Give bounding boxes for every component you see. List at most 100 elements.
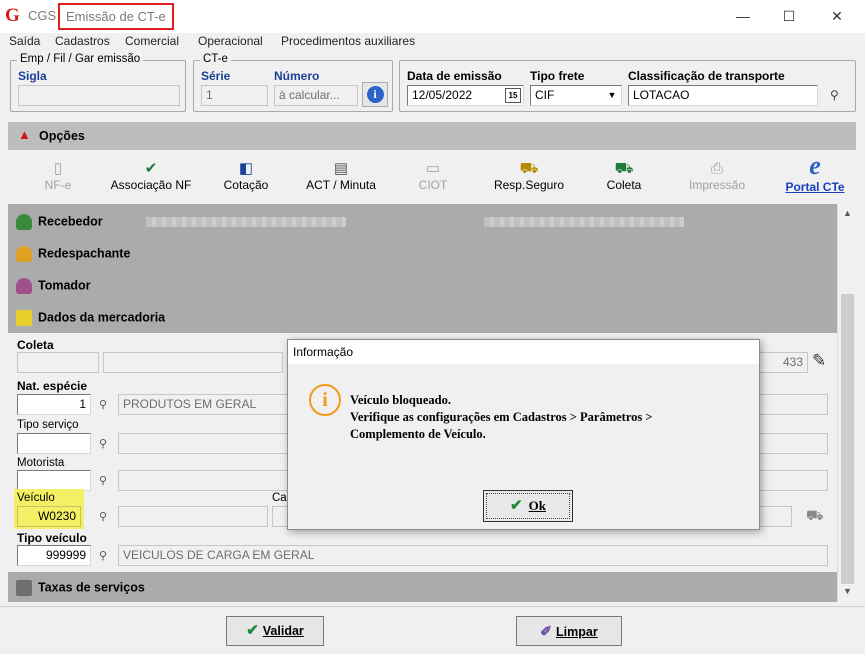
veiculo-label: Veículo — [17, 492, 55, 504]
tipo-veiculo-code[interactable]: 999999 — [17, 545, 91, 566]
impressao-label: Impressão — [688, 178, 746, 192]
scroll-up-icon[interactable]: ▲ — [843, 208, 852, 218]
checkmark-icon: ✔ — [510, 498, 523, 514]
vertical-scrollbar[interactable]: ▲ ▼ — [837, 204, 856, 602]
limpar-button[interactable]: ✐ Limpar — [516, 616, 622, 646]
coleta-button[interactable]: ⛟ Coleta — [598, 160, 650, 192]
dados-mercadoria-label: Dados da mercadoria — [38, 310, 166, 325]
section-taxas[interactable]: Taxas de serviços — [16, 580, 145, 596]
nfe-label: NF-e — [44, 178, 72, 192]
tipo-frete-label: Tipo frete — [530, 69, 585, 83]
binoculars-icon[interactable]: ⚲ — [830, 88, 839, 102]
section-redespachante[interactable]: Redespachante — [16, 246, 130, 262]
numero-field[interactable]: à calcular... — [274, 85, 358, 106]
tomador-label: Tomador — [38, 278, 91, 293]
person-icon — [16, 278, 32, 294]
cte-group: CT-e Série 1 Número à calcular... i — [193, 53, 393, 112]
binoculars-icon[interactable]: ⚲ — [99, 398, 107, 411]
classificacao-field[interactable]: LOTACAO — [628, 85, 818, 106]
ok-label: Ok — [528, 498, 546, 513]
ciot-label: CIOT — [418, 178, 448, 192]
edit-icon[interactable]: ✎ — [812, 351, 826, 371]
act-minuta-button[interactable]: ▤ ACT / Minuta — [298, 160, 384, 192]
nfe-icon: ▯ — [53, 160, 63, 177]
emp-group: Emp / Fil / Gar emissão Sigla — [10, 53, 186, 112]
dialog-message-line3: Complemento de Veículo. — [350, 427, 486, 441]
motorista-field[interactable] — [17, 470, 91, 491]
cargo-icon — [16, 310, 32, 326]
associacao-nf-button[interactable]: ✔ Associação NF — [106, 160, 196, 192]
numero-label: Número — [274, 69, 320, 83]
app-logo: G — [5, 5, 20, 26]
scroll-down-icon[interactable]: ▼ — [843, 586, 852, 596]
binoculars-icon[interactable]: ⚲ — [99, 510, 107, 523]
ciot-button[interactable]: ▭ CIOT — [410, 160, 456, 192]
serie-label: Série — [201, 69, 231, 83]
menu-comercial[interactable]: Comercial — [125, 34, 179, 48]
tipo-veiculo-desc: VEICULOS DE CARGA EM GERAL — [118, 545, 828, 566]
app-name: CGS — [28, 8, 57, 23]
recebedor-label: Recebedor — [38, 214, 103, 229]
emp-group-legend: Emp / Fil / Gar emissão — [17, 53, 144, 65]
dialog-title-bar: Informação — [288, 340, 759, 364]
data-emissao-label: Data de emissão — [407, 69, 502, 83]
person-icon — [16, 246, 32, 262]
portal-cte-link[interactable]: e Portal CTe — [780, 152, 850, 195]
info-button[interactable]: i — [362, 82, 388, 107]
truck-icon[interactable]: ⛟ — [806, 507, 824, 526]
binoculars-icon[interactable]: ⚲ — [99, 437, 107, 450]
cotacao-label: Cotação — [223, 178, 269, 192]
tipo-frete-select[interactable]: CIF ▼ — [530, 85, 622, 106]
menu-cadastros[interactable]: Cadastros — [55, 34, 110, 48]
coleta-field-2[interactable] — [103, 352, 283, 373]
calendar-icon[interactable]: 15 — [505, 88, 521, 103]
dialog-message: Veículo bloqueado. Verifique as configur… — [350, 392, 750, 443]
tipo-servico-field[interactable] — [17, 433, 91, 454]
veiculo-field[interactable]: W0230 — [17, 506, 81, 527]
menu-saida[interactable]: Saída — [9, 34, 40, 48]
menu-bar: Saída Cadastros Comercial Operacional Pr… — [0, 33, 865, 51]
person-icon — [16, 214, 32, 230]
coleta-field-1[interactable] — [17, 352, 99, 373]
maximize-button[interactable]: ☐ — [774, 4, 804, 28]
window-title: Emissão de CT-e — [58, 3, 174, 30]
title-bar: G CGS Emissão de CT-e — ☐ ✕ — [0, 0, 865, 33]
truck-icon: ⛟ — [519, 160, 539, 177]
nfe-button[interactable]: ▯ NF-e — [36, 160, 80, 192]
nat-especie-code[interactable]: 1 — [17, 394, 91, 415]
scroll-thumb[interactable] — [841, 294, 854, 584]
ok-button[interactable]: ✔ Ok — [483, 490, 573, 522]
section-tomador[interactable]: Tomador — [16, 278, 91, 294]
validar-button[interactable]: ✔ Validar — [226, 616, 324, 646]
coleta-trailing-field[interactable]: 433 — [756, 352, 808, 373]
data-emissao-field[interactable]: 12/05/2022 15 — [407, 85, 524, 106]
resp-seguro-button[interactable]: ⛟ Resp.Seguro — [488, 160, 570, 192]
binoculars-icon[interactable]: ⚲ — [99, 474, 107, 487]
act-minuta-label: ACT / Minuta — [306, 178, 376, 192]
tipo-frete-value: CIF — [535, 88, 555, 102]
dialog-message-line1: Veículo bloqueado. — [350, 393, 451, 407]
printer-icon: ⎙ — [710, 160, 723, 177]
taxas-row[interactable]: Taxas de serviços — [8, 572, 837, 602]
minimize-button[interactable]: — — [728, 4, 758, 28]
binoculars-icon[interactable]: ⚲ — [99, 549, 107, 562]
document-icon: ▤ — [333, 160, 349, 177]
section-recebedor[interactable]: Recebedor — [16, 214, 103, 230]
serie-field[interactable]: 1 — [201, 85, 268, 106]
info-icon: i — [366, 86, 384, 103]
sigla-field[interactable] — [18, 85, 180, 106]
cotacao-button[interactable]: ◧ Cotação — [218, 160, 274, 192]
cte-group-legend: CT-e — [200, 53, 231, 65]
section-dados-mercadoria[interactable]: Dados da mercadoria — [16, 310, 165, 326]
resp-seguro-label: Resp.Seguro — [493, 178, 565, 192]
recebedor-redacted — [146, 217, 346, 227]
opcoes-header[interactable]: ▲ Opções — [8, 122, 856, 150]
menu-operacional[interactable]: Operacional — [198, 34, 263, 48]
recebedor-redacted-2 — [484, 217, 684, 227]
checkmark-icon: ✔ — [246, 622, 259, 639]
close-button[interactable]: ✕ — [822, 4, 852, 28]
coleta-label: Coleta — [606, 178, 642, 192]
impressao-button[interactable]: ⎙ Impressão — [684, 160, 750, 192]
menu-procedimentos[interactable]: Procedimentos auxiliares — [281, 34, 415, 48]
taxas-label: Taxas de serviços — [38, 580, 145, 595]
